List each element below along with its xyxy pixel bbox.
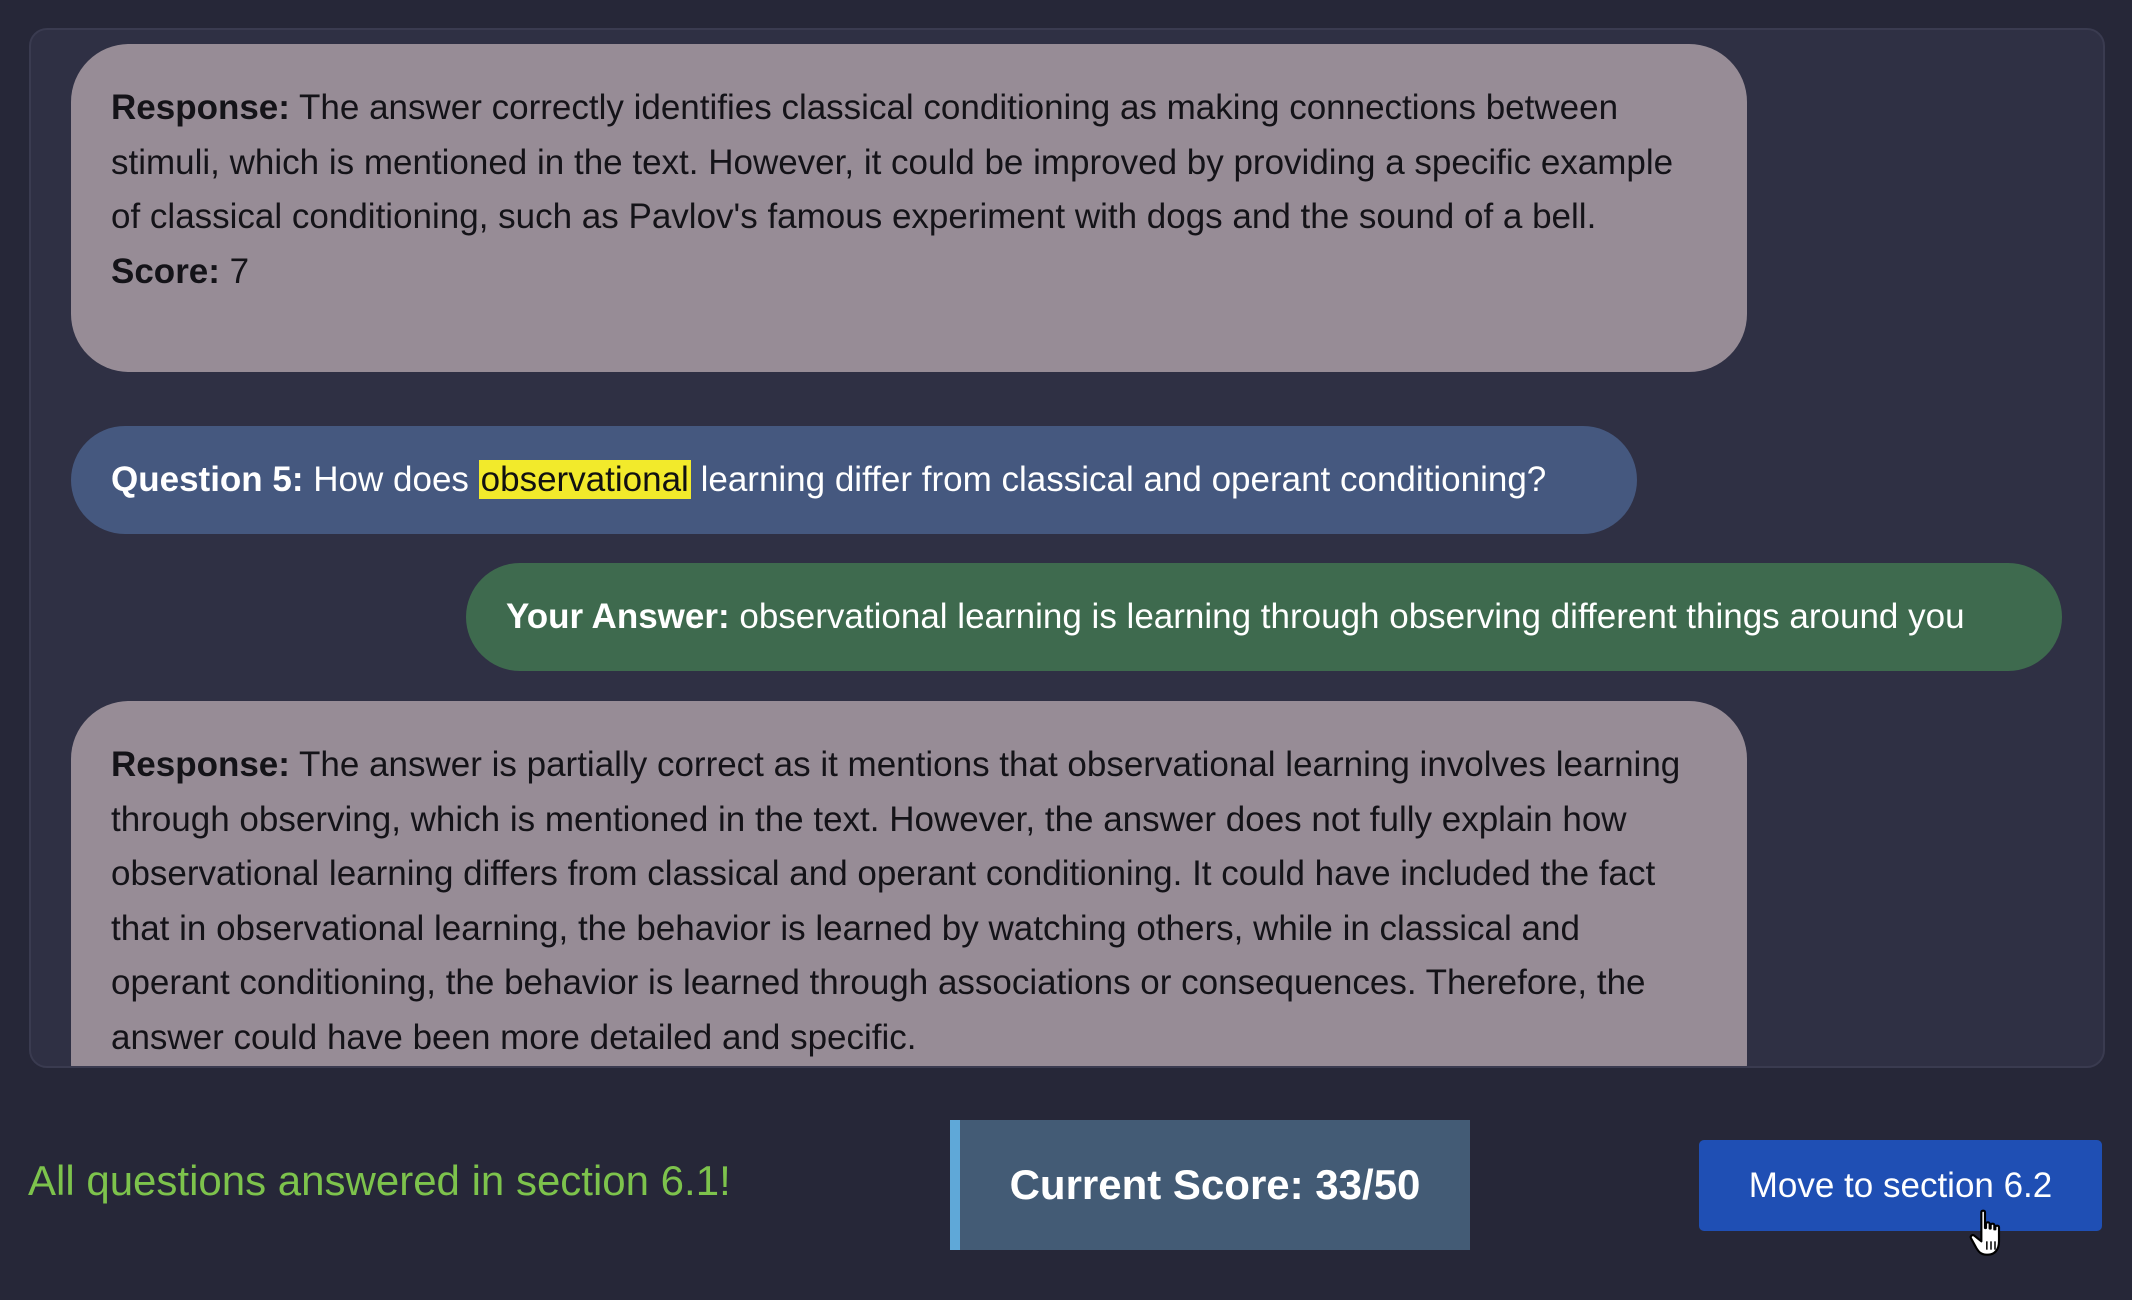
chat-panel[interactable]: Response: The answer correctly identifie… <box>29 28 2105 1068</box>
response-score: 7 <box>229 251 250 291</box>
hand-pointer-icon <box>1969 1209 2001 1256</box>
response-label: Response: <box>111 88 290 127</box>
user-answer-bubble: Your Answer: observational learning is l… <box>466 563 2062 671</box>
feedback-response-bubble: Response: The answer correctly identifie… <box>71 44 1747 372</box>
response-text: The answer is partially correct as it me… <box>111 745 1681 1057</box>
question-bubble: Question 5: How does observational learn… <box>71 426 1637 534</box>
current-score-box: Current Score: 33/50 <box>950 1120 1470 1250</box>
question-text-after: learning differ from classical and opera… <box>700 459 1547 499</box>
section-complete-message: All questions answered in section 6.1! <box>28 1157 731 1204</box>
question-label: Question 5: <box>111 459 304 499</box>
feedback-response-bubble: Response: The answer is partially correc… <box>71 701 1747 1066</box>
next-button-label: Move to section 6.2 <box>1748 1165 2053 1205</box>
move-to-next-section-button[interactable]: Move to section 6.2 <box>1699 1140 2102 1231</box>
score-label: Score: <box>111 251 220 291</box>
question-text-before: How does <box>313 459 469 499</box>
answer-text: observational learning is learning throu… <box>739 596 1965 636</box>
answer-label: Your Answer: <box>506 596 730 636</box>
response-text: The answer correctly identifies classica… <box>111 88 1674 236</box>
current-score-text: Current Score: 33/50 <box>1009 1161 1421 1208</box>
highlighted-word: observational <box>478 459 691 499</box>
response-label: Response: <box>111 745 290 784</box>
